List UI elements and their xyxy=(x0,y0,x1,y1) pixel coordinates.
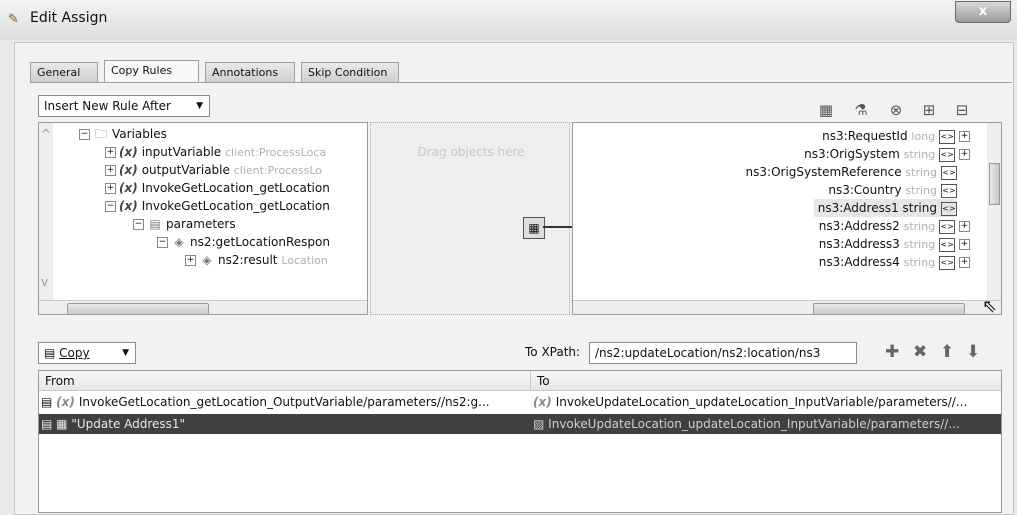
to-cell: ▨ InvokeUpdateLocation_updateLocation_In… xyxy=(533,417,960,431)
xpath-label: To XPath: xyxy=(525,345,581,359)
tab-skip-condition[interactable]: Skip Condition xyxy=(301,62,399,82)
from-cell: ▤ ▦ "Update Address1" xyxy=(41,417,186,431)
collapse-icon[interactable]: ⊟ xyxy=(953,101,971,119)
table-row[interactable]: ▤ (x) InvokeGetLocation_getLocation_Outpu… xyxy=(39,392,1001,412)
element-icon: <> xyxy=(939,237,956,252)
expand-icon[interactable]: ⊞ xyxy=(920,101,938,119)
to-column-header[interactable]: To xyxy=(531,371,1001,391)
copy-icon: ▤ xyxy=(41,395,53,409)
scrollbar-thumb[interactable] xyxy=(989,163,1000,205)
scroll-down-icon[interactable]: v xyxy=(41,273,48,291)
target-node-orig-system[interactable]: ns3:OrigSystem string <> + xyxy=(804,145,973,163)
copy-icon: ▤ xyxy=(41,417,53,431)
app-icon: ✎ xyxy=(8,12,19,27)
tree-node-get-location-response[interactable]: − ◈ ns2:getLocationRespon xyxy=(157,233,330,251)
element-icon: <> xyxy=(939,147,956,162)
variable-icon: (x) xyxy=(119,199,138,213)
target-node-country[interactable]: ns3:Country string <> xyxy=(828,181,957,199)
target-node-orig-system-reference[interactable]: ns3:OrigSystemReference string <> xyxy=(746,163,957,181)
variable-icon: (x) xyxy=(56,395,75,409)
add-icon[interactable]: ✚ xyxy=(885,342,899,362)
function-icon: ▦ xyxy=(56,417,68,431)
copy-rules-table: From To ▤ (x) InvokeGetLocation_getLocati… xyxy=(38,370,1002,513)
element-icon: ◈ xyxy=(202,253,212,267)
target-node-address1[interactable]: ns3:Address1 string <> xyxy=(813,199,957,217)
tab-copy-rules[interactable]: Copy Rules xyxy=(104,60,199,83)
window-title: Edit Assign xyxy=(30,10,108,26)
tree-node-invoke-output[interactable]: − (x) InvokeGetLocation_getLocation xyxy=(105,197,330,215)
delete-icon[interactable]: ⊗ xyxy=(887,101,905,119)
tab-general[interactable]: General xyxy=(30,62,98,82)
variable-icon: ▨ xyxy=(533,417,545,431)
tab-annotations[interactable]: Annotations xyxy=(205,62,295,82)
from-column-header[interactable]: From xyxy=(39,371,531,391)
drop-zone[interactable]: Drag objects here ▦ xyxy=(370,122,570,315)
target-node-request-id[interactable]: ns3:RequestId long <> + xyxy=(822,127,973,145)
source-horizontal-scrollbar[interactable] xyxy=(39,300,367,314)
from-cell: ▤ (x) InvokeGetLocation_getLocation_Outpu… xyxy=(41,395,490,409)
tree-node-parameters[interactable]: − ▤ parameters xyxy=(133,215,236,233)
scrollbar-thumb[interactable] xyxy=(67,303,209,314)
tree-node-result[interactable]: + ◈ ns2:result Location xyxy=(185,251,328,269)
to-cell: (x) InvokeUpdateLocation_updateLocation_I… xyxy=(533,395,968,409)
title-bar xyxy=(0,0,1017,40)
variable-icon: (x) xyxy=(119,181,138,195)
element-icon: ◈ xyxy=(174,235,184,249)
document-icon: ▤ xyxy=(149,217,161,231)
element-icon: <> xyxy=(939,255,956,270)
variable-icon: (x) xyxy=(119,163,138,177)
element-icon: <> xyxy=(939,129,956,144)
drop-zone-hint: Drag objects here xyxy=(417,145,525,159)
folder-icon: 🗀 xyxy=(94,127,107,141)
element-icon: <> xyxy=(941,183,957,198)
target-horizontal-scrollbar[interactable] xyxy=(573,300,1001,314)
insert-rule-label: Insert New Rule After xyxy=(44,99,171,113)
tree-node-input-variable[interactable]: + (x) inputVariable client:ProcessLoca xyxy=(105,143,326,161)
element-icon: <> xyxy=(939,219,956,234)
target-node-address3[interactable]: ns3:Address3 string <> + xyxy=(819,235,973,253)
mouse-cursor-icon: ⇖ xyxy=(982,296,998,317)
table-row-selected[interactable]: ▤ ▦ "Update Address1" ▨ InvokeUpdateLoca… xyxy=(39,414,1001,434)
insert-rule-dropdown[interactable]: Insert New Rule After ▼ xyxy=(38,95,210,117)
tree-node-output-variable[interactable]: + (x) outputVariable client:ProcessLo xyxy=(105,161,322,179)
variable-icon: (x) xyxy=(119,145,138,159)
xpath-input[interactable]: /ns2:updateLocation/ns2:location/ns3 xyxy=(589,342,857,364)
delete-rule-icon[interactable]: ✖ xyxy=(913,342,927,362)
chevron-down-icon: ▼ xyxy=(196,101,203,111)
scroll-up-icon[interactable]: ^ xyxy=(41,125,51,143)
target-node-address4[interactable]: ns3:Address4 string <> + xyxy=(819,253,973,271)
tree-node-variables[interactable]: − 🗀 Variables xyxy=(79,125,167,143)
element-icon: <> xyxy=(941,201,957,216)
function-node-icon[interactable]: ▦ xyxy=(523,217,545,239)
copy-icon: ▤ xyxy=(44,346,56,360)
transform-icon[interactable]: ⚗ xyxy=(852,101,870,119)
copy-dropdown[interactable]: ▤ Copy ▼ xyxy=(38,342,136,364)
target-tree-pane[interactable]: ns3:RequestId long <> + ns3:OrigSystem st… xyxy=(572,122,1002,315)
scrollbar-thumb[interactable] xyxy=(813,303,965,314)
tree-node-invoke-input[interactable]: + (x) InvokeGetLocation_getLocation xyxy=(105,179,330,197)
chevron-down-icon: ▼ xyxy=(122,348,129,358)
variable-icon: (x) xyxy=(533,395,552,409)
copy-label: Copy xyxy=(59,346,90,360)
function-icon[interactable]: ▦ xyxy=(817,101,835,119)
move-down-icon[interactable]: ⬇ xyxy=(966,342,980,362)
source-tree-pane[interactable]: ^ − 🗀 Variables + (x) inputVariable client:P… xyxy=(38,122,368,315)
close-button[interactable]: x xyxy=(955,1,1011,23)
target-vertical-scrollbar[interactable] xyxy=(987,123,1001,300)
move-up-icon[interactable]: ⬆ xyxy=(940,342,954,362)
target-node-address2[interactable]: ns3:Address2 string <> + xyxy=(819,217,973,235)
element-icon: <> xyxy=(941,165,957,180)
